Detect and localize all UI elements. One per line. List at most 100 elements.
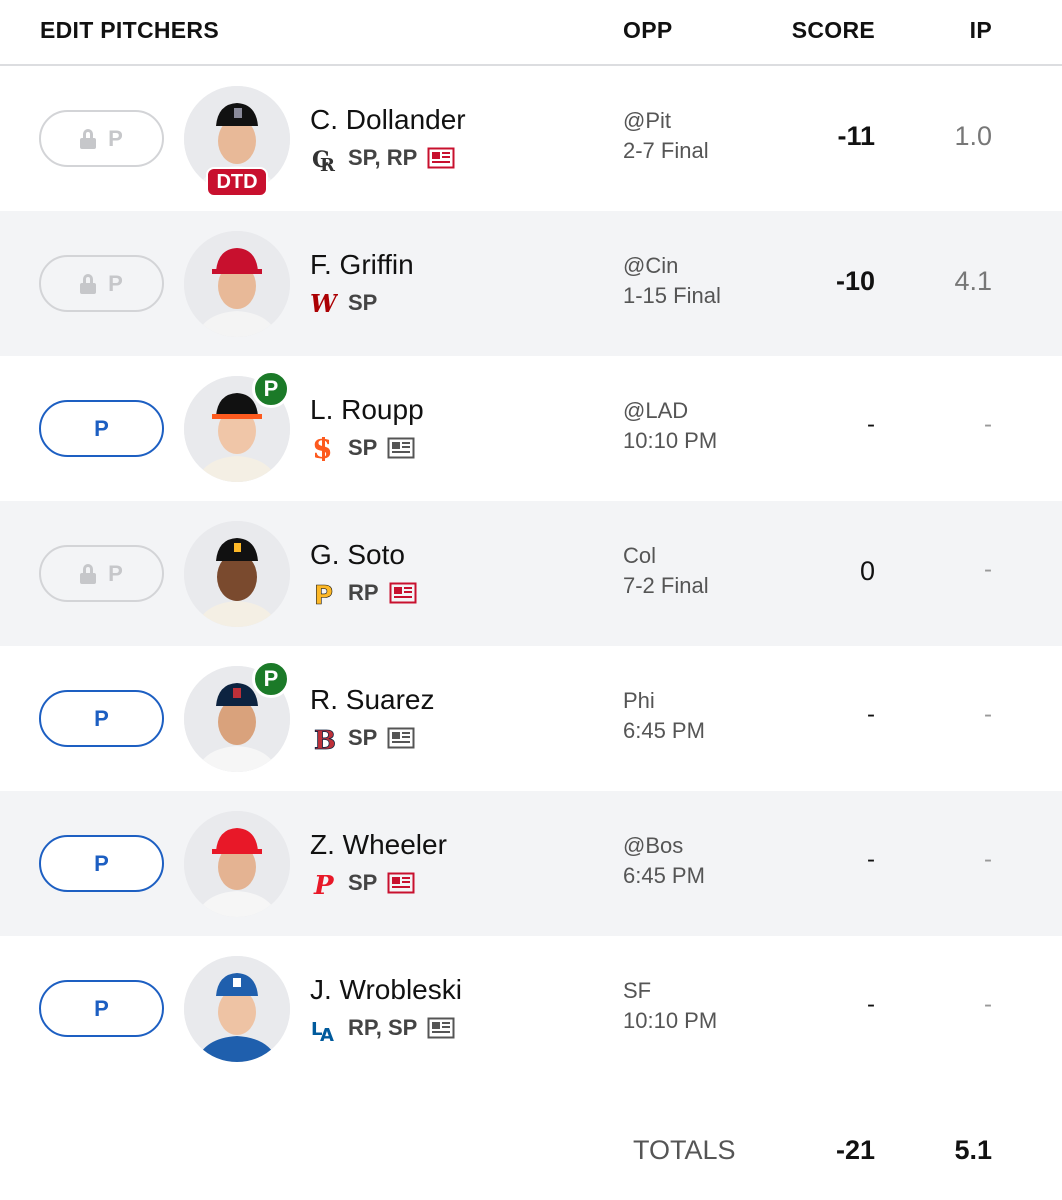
totals-label: TOTALS (633, 1135, 736, 1165)
nationals-logo: W (310, 288, 338, 318)
table-row: P Z. Wheeler P SP @Bos 6:45 PM - - (0, 791, 1062, 936)
svg-text:R: R (320, 155, 336, 173)
news-icon[interactable] (389, 582, 417, 604)
dodgers-logo: LA (310, 1013, 338, 1043)
score-value: - (867, 701, 875, 728)
table-row: P G. Soto P RP Col 7-2 Final 0 - (0, 501, 1062, 646)
dtd-status-badge: DTD (206, 167, 268, 197)
news-icon[interactable] (427, 147, 455, 169)
position-label: P (94, 995, 109, 1021)
eligible-positions: SP (348, 290, 378, 315)
giants-logo: S (310, 433, 338, 463)
player-name[interactable]: F. Griffin (310, 249, 414, 281)
game-status: 6:45 PM (623, 718, 705, 743)
table-row: P DTD C. Dollander CR SP, RP @Pit 2-7 Fi… (0, 66, 1062, 211)
position-button[interactable]: P (39, 400, 164, 457)
lock-icon (80, 128, 97, 149)
player-avatar[interactable] (184, 956, 290, 1062)
eligible-positions: SP (348, 870, 378, 895)
svg-text:P: P (314, 581, 333, 608)
ip-column-header[interactable]: IP (970, 17, 992, 44)
game-status: 1-15 Final (623, 283, 721, 308)
table-row: P P R. Suarez B SP Phi 6:45 PM - - (0, 646, 1062, 791)
position-button[interactable]: P (39, 835, 164, 892)
opponent[interactable]: @Bos (623, 833, 683, 859)
player-name[interactable]: R. Suarez (310, 684, 435, 716)
position-label: P (108, 560, 123, 586)
news-icon[interactable] (427, 1017, 455, 1039)
position-label: P (94, 705, 109, 731)
game-status: 10:10 PM (623, 1008, 718, 1033)
red-sox-logo: B (310, 723, 338, 753)
score-column-header[interactable]: SCORE (792, 17, 875, 44)
ip-value: - (984, 991, 992, 1018)
ip-value: 1.0 (954, 121, 992, 151)
probable-starter-badge: P (252, 370, 290, 408)
game-status: 7-2 Final (623, 573, 709, 598)
score-value: - (867, 846, 875, 873)
ip-value: - (984, 556, 992, 583)
score-value: - (867, 991, 875, 1018)
eligible-positions: SP, RP (348, 145, 418, 170)
player-name[interactable]: L. Roupp (310, 394, 424, 426)
pirates-logo: P (310, 578, 338, 608)
position-button[interactable]: P (39, 980, 164, 1037)
score-value: -10 (835, 266, 875, 296)
player-name[interactable]: Z. Wheeler (310, 829, 447, 861)
opponent[interactable]: Col (623, 543, 656, 569)
position-button-locked[interactable]: P (39, 110, 164, 167)
player-avatar[interactable] (184, 811, 290, 917)
position-label: P (94, 850, 109, 876)
svg-text:W: W (310, 289, 338, 318)
player-avatar[interactable] (184, 231, 290, 337)
player-name[interactable]: G. Soto (310, 539, 405, 571)
lock-icon (80, 273, 97, 294)
rockies-logo: CR (310, 143, 338, 173)
totals-ip: 5.1 (954, 1135, 992, 1165)
position-label: P (94, 415, 109, 441)
eligible-positions: SP (348, 725, 378, 750)
position-label: P (108, 270, 123, 296)
edit-pitchers-title[interactable]: EDIT PITCHERS (40, 17, 219, 44)
table-row: P F. Griffin W SP @Cin 1-15 Final -10 4.… (0, 211, 1062, 356)
eligible-positions: RP (348, 580, 379, 605)
opponent[interactable]: @Pit (623, 108, 671, 134)
news-icon[interactable] (387, 437, 415, 459)
player-avatar[interactable] (184, 521, 290, 627)
table-row: P P L. Roupp S SP @LAD 10:10 PM - - (0, 356, 1062, 501)
lock-icon (80, 563, 97, 584)
ip-value: 4.1 (954, 266, 992, 296)
position-button-locked[interactable]: P (39, 255, 164, 312)
player-name[interactable]: J. Wrobleski (310, 974, 462, 1006)
score-value: 0 (859, 556, 875, 586)
score-value: - (867, 411, 875, 438)
phillies-logo: P (310, 868, 338, 898)
position-button[interactable]: P (39, 690, 164, 747)
opponent[interactable]: @Cin (623, 253, 678, 279)
table-header: EDIT PITCHERS OPP SCORE IP (0, 0, 1062, 66)
player-name[interactable]: C. Dollander (310, 104, 466, 136)
news-icon[interactable] (387, 872, 415, 894)
table-row: P J. Wrobleski LA RP, SP SF 10:10 PM - - (0, 936, 1062, 1081)
pitchers-list: P DTD C. Dollander CR SP, RP @Pit 2-7 Fi… (0, 66, 1062, 1081)
svg-text:P: P (313, 871, 335, 898)
game-status: 10:10 PM (623, 428, 718, 453)
opp-column-header: OPP (623, 17, 673, 43)
probable-starter-badge: P (252, 660, 290, 698)
opponent[interactable]: Phi (623, 688, 655, 714)
ip-value: - (984, 701, 992, 728)
eligible-positions: SP (348, 435, 378, 460)
opponent[interactable]: SF (623, 978, 651, 1004)
totals-row: TOTALS -21 5.1 (0, 1080, 1062, 1200)
score-value: -11 (837, 121, 875, 151)
news-icon[interactable] (387, 727, 415, 749)
totals-score: -21 (835, 1135, 875, 1165)
svg-text:A: A (320, 1025, 334, 1043)
game-status: 6:45 PM (623, 863, 705, 888)
game-status: 2-7 Final (623, 138, 709, 163)
ip-value: - (984, 411, 992, 438)
position-button-locked[interactable]: P (39, 545, 164, 602)
eligible-positions: RP, SP (348, 1015, 418, 1040)
ip-value: - (984, 846, 992, 873)
opponent[interactable]: @LAD (623, 398, 688, 424)
